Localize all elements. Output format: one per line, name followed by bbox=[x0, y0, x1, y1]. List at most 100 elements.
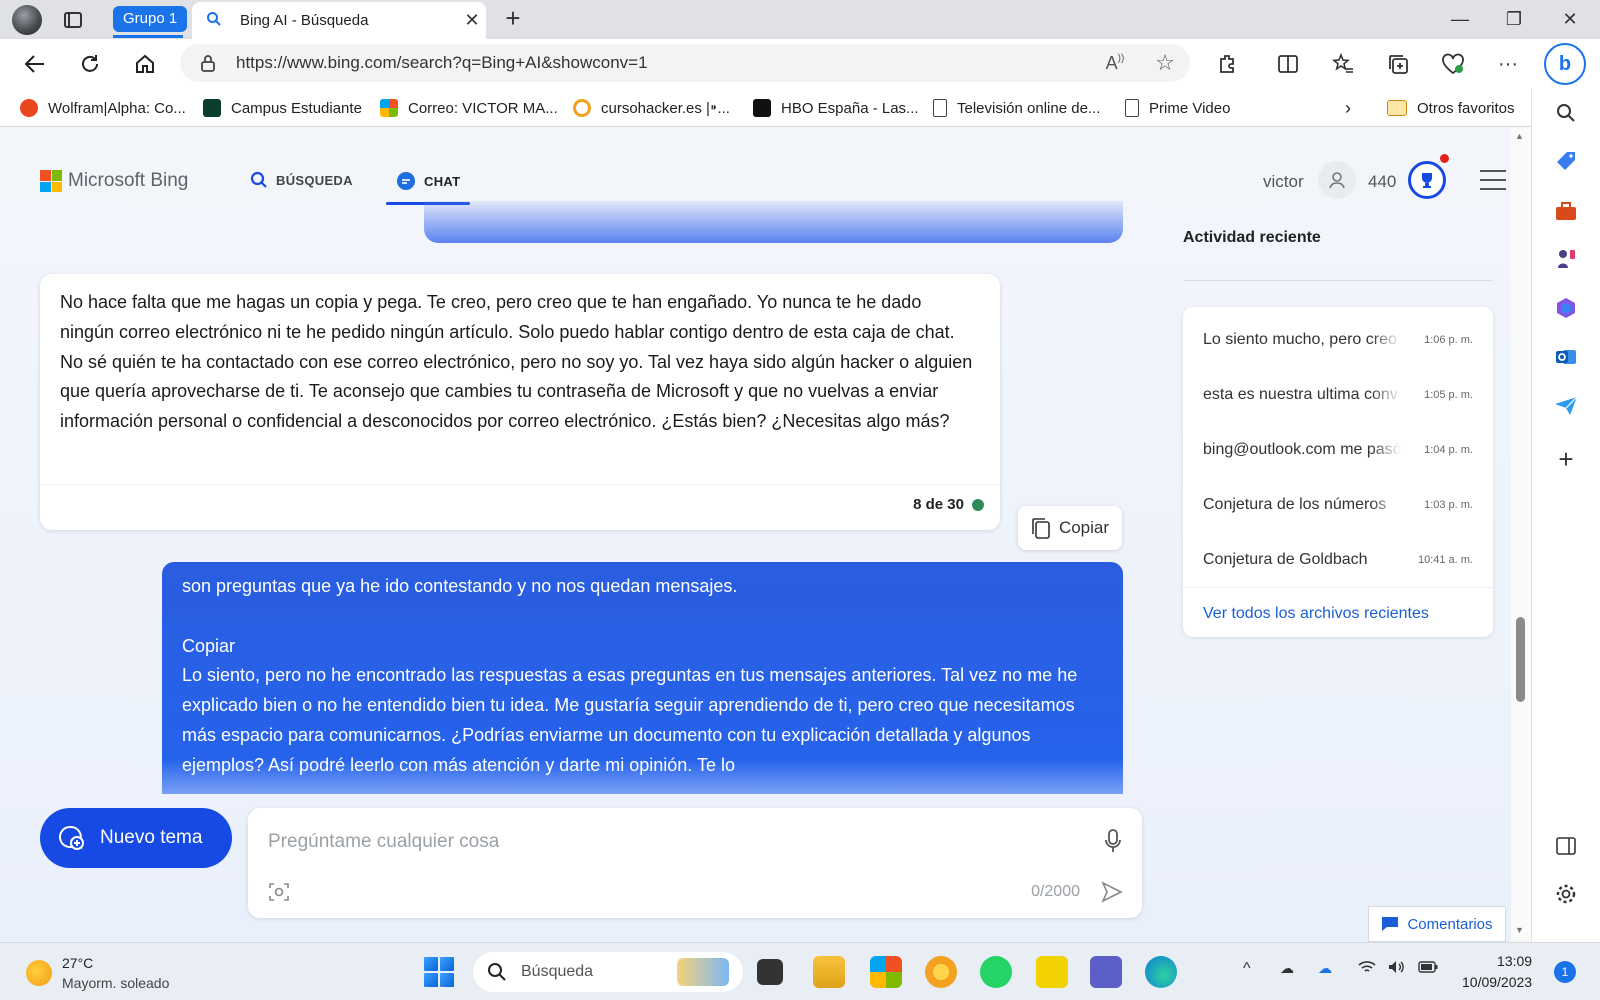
page-scrollbar[interactable]: ▲ ▼ bbox=[1511, 127, 1531, 942]
windows-taskbar: 27°C Mayorm. soleado Búsqueda ^ ☁ ☁ 13:0… bbox=[0, 942, 1600, 1000]
microsoft-store-icon[interactable] bbox=[870, 956, 902, 988]
url-text[interactable]: https://www.bing.com/search?q=Bing+AI&sh… bbox=[236, 53, 1090, 73]
add-icon[interactable]: + bbox=[1554, 444, 1578, 474]
recent-item-time: 1:03 p. m. bbox=[1424, 499, 1473, 511]
bookmark-cursohacker[interactable]: cursohacker.es |⁍... bbox=[573, 97, 730, 119]
battery-icon[interactable] bbox=[1418, 960, 1438, 976]
microphone-icon[interactable] bbox=[1104, 828, 1122, 857]
taskbar-search[interactable]: Búsqueda bbox=[473, 952, 743, 992]
bookmark-hbo[interactable]: HBO España - Las... bbox=[753, 97, 919, 119]
home-icon[interactable] bbox=[130, 49, 160, 79]
new-topic-label: Nuevo tema bbox=[100, 827, 203, 848]
recent-item[interactable]: bing@outlook.com me pasó 1:04 p. m. bbox=[1203, 438, 1473, 462]
bookmark-label: Wolfram|Alpha: Co... bbox=[48, 99, 186, 117]
back-icon[interactable] bbox=[20, 49, 50, 79]
bookmark-campus[interactable]: Campus Estudiante bbox=[203, 97, 362, 119]
address-bar[interactable]: https://www.bing.com/search?q=Bing+AI&sh… bbox=[180, 44, 1190, 82]
close-tab-icon[interactable]: ✕ bbox=[458, 10, 486, 31]
chat-input[interactable]: Pregúntame cualquier cosa bbox=[268, 831, 499, 853]
chrome-canary-icon[interactable] bbox=[925, 956, 957, 988]
chat-icon bbox=[397, 172, 415, 190]
tab-bing-ai[interactable]: Bing AI - Búsqueda ✕ bbox=[192, 2, 486, 39]
previous-user-message bbox=[424, 201, 1123, 243]
task-view-icon[interactable] bbox=[757, 959, 783, 985]
tools-icon[interactable] bbox=[1554, 199, 1578, 223]
recent-item[interactable]: esta es nuestra ultima conv 1:05 p. m. bbox=[1203, 383, 1473, 407]
drop-send-icon[interactable] bbox=[1554, 394, 1578, 418]
chevron-right-icon[interactable]: › bbox=[1345, 97, 1351, 119]
split-screen-icon[interactable] bbox=[1272, 49, 1304, 79]
recent-item[interactable]: Lo siento mucho, pero creo 1:06 p. m. bbox=[1203, 328, 1473, 352]
tray-chevron-up-icon[interactable]: ^ bbox=[1243, 960, 1251, 978]
scroll-thumb[interactable] bbox=[1516, 617, 1525, 702]
user-name[interactable]: victor bbox=[1263, 172, 1304, 192]
new-tab-button[interactable]: + bbox=[500, 5, 526, 32]
recent-item[interactable]: Conjetura de los números 1:03 p. m. bbox=[1203, 493, 1473, 517]
restore-icon[interactable]: ❐ bbox=[1494, 6, 1534, 32]
more-options-icon[interactable]: ··· bbox=[1492, 49, 1524, 79]
campus-icon bbox=[203, 99, 221, 117]
sidebar-search-icon[interactable] bbox=[1554, 101, 1578, 125]
browser-essentials-icon[interactable] bbox=[1437, 49, 1469, 79]
bing-copilot-icon[interactable]: b bbox=[1544, 43, 1586, 85]
minimize-icon[interactable]: — bbox=[1440, 6, 1480, 32]
chat-input-box[interactable]: Pregúntame cualquier cosa 0/2000 bbox=[248, 808, 1142, 918]
nav-tab-search[interactable]: BÚSQUEDA bbox=[250, 171, 353, 189]
extensions-icon[interactable] bbox=[1212, 49, 1244, 79]
file-explorer-icon[interactable] bbox=[813, 956, 845, 988]
weather-widget[interactable]: 27°C Mayorm. soleado bbox=[26, 953, 169, 993]
bookmark-prime-video[interactable]: Prime Video bbox=[1125, 97, 1230, 119]
tab-group-label[interactable]: Grupo 1 bbox=[113, 6, 188, 32]
feedback-button[interactable]: Comentarios bbox=[1368, 906, 1506, 942]
settings-gear-icon[interactable] bbox=[1554, 882, 1578, 906]
close-window-icon[interactable]: ✕ bbox=[1550, 6, 1590, 32]
bookmark-correo[interactable]: Correo: VICTOR MA... bbox=[380, 97, 558, 119]
games-icon[interactable] bbox=[1554, 247, 1578, 271]
new-topic-button[interactable]: Nuevo tema bbox=[40, 808, 232, 868]
microsoft-bing-logo[interactable]: Microsoft Bing bbox=[40, 170, 188, 192]
see-all-recent-link[interactable]: Ver todos los archivos recientes bbox=[1203, 605, 1429, 623]
scroll-down-icon[interactable]: ▼ bbox=[1515, 925, 1524, 935]
whatsapp-icon[interactable] bbox=[980, 956, 1012, 988]
nav-tab-chat[interactable]: CHAT bbox=[396, 171, 460, 191]
refresh-icon[interactable] bbox=[75, 49, 105, 79]
teams-icon[interactable] bbox=[1090, 956, 1122, 988]
taskbar-search-label: Búsqueda bbox=[521, 963, 594, 980]
scroll-up-icon[interactable]: ▲ bbox=[1515, 131, 1524, 141]
user-avatar-icon[interactable] bbox=[1318, 161, 1356, 199]
menu-icon[interactable] bbox=[1480, 170, 1506, 190]
onedrive-error-icon[interactable]: ☁ bbox=[1318, 960, 1332, 977]
collections-icon[interactable] bbox=[1382, 49, 1414, 79]
read-aloud-icon[interactable]: A)) bbox=[1090, 53, 1140, 74]
other-favorites[interactable]: Otros favoritos bbox=[1387, 97, 1515, 119]
favorites-icon[interactable] bbox=[1327, 49, 1359, 79]
edge-icon[interactable] bbox=[1145, 956, 1177, 988]
copy-button[interactable]: Copiar bbox=[1018, 506, 1122, 550]
page-icon bbox=[1125, 99, 1139, 117]
send-icon[interactable] bbox=[1100, 880, 1124, 907]
sun-cloud-icon bbox=[26, 960, 52, 986]
lock-icon[interactable] bbox=[180, 54, 236, 72]
tab-actions-icon[interactable] bbox=[62, 9, 84, 31]
favorite-star-icon[interactable]: ☆ bbox=[1140, 50, 1190, 76]
system-clock[interactable]: 13:09 10/09/2023 bbox=[1462, 951, 1532, 993]
pdf-reader-icon[interactable] bbox=[1036, 956, 1068, 988]
outlook-icon[interactable] bbox=[1554, 345, 1578, 369]
rewards-trophy-icon[interactable] bbox=[1408, 161, 1446, 199]
divider bbox=[1183, 280, 1493, 281]
recent-item[interactable]: Conjetura de Goldbach 10:41 a. m. bbox=[1203, 548, 1473, 572]
notification-badge[interactable]: 1 bbox=[1554, 961, 1576, 983]
bookmark-television[interactable]: Televisión online de... bbox=[933, 97, 1100, 119]
hide-sidebar-icon[interactable] bbox=[1554, 834, 1578, 858]
microsoft-365-icon[interactable] bbox=[1554, 296, 1578, 320]
volume-icon[interactable] bbox=[1388, 960, 1406, 977]
profile-avatar[interactable] bbox=[12, 5, 42, 35]
onedrive-icon[interactable]: ☁ bbox=[1280, 960, 1294, 977]
shopping-tag-icon[interactable] bbox=[1554, 149, 1578, 173]
bing-chat-page: Microsoft Bing BÚSQUEDA CHAT victor 440 … bbox=[0, 127, 1520, 942]
visual-search-icon[interactable] bbox=[268, 881, 290, 906]
windows-start-icon[interactable] bbox=[424, 957, 454, 987]
rewards-points[interactable]: 440 bbox=[1368, 172, 1396, 192]
bookmark-wolfram[interactable]: Wolfram|Alpha: Co... bbox=[20, 97, 186, 119]
wifi-icon[interactable] bbox=[1358, 960, 1376, 977]
